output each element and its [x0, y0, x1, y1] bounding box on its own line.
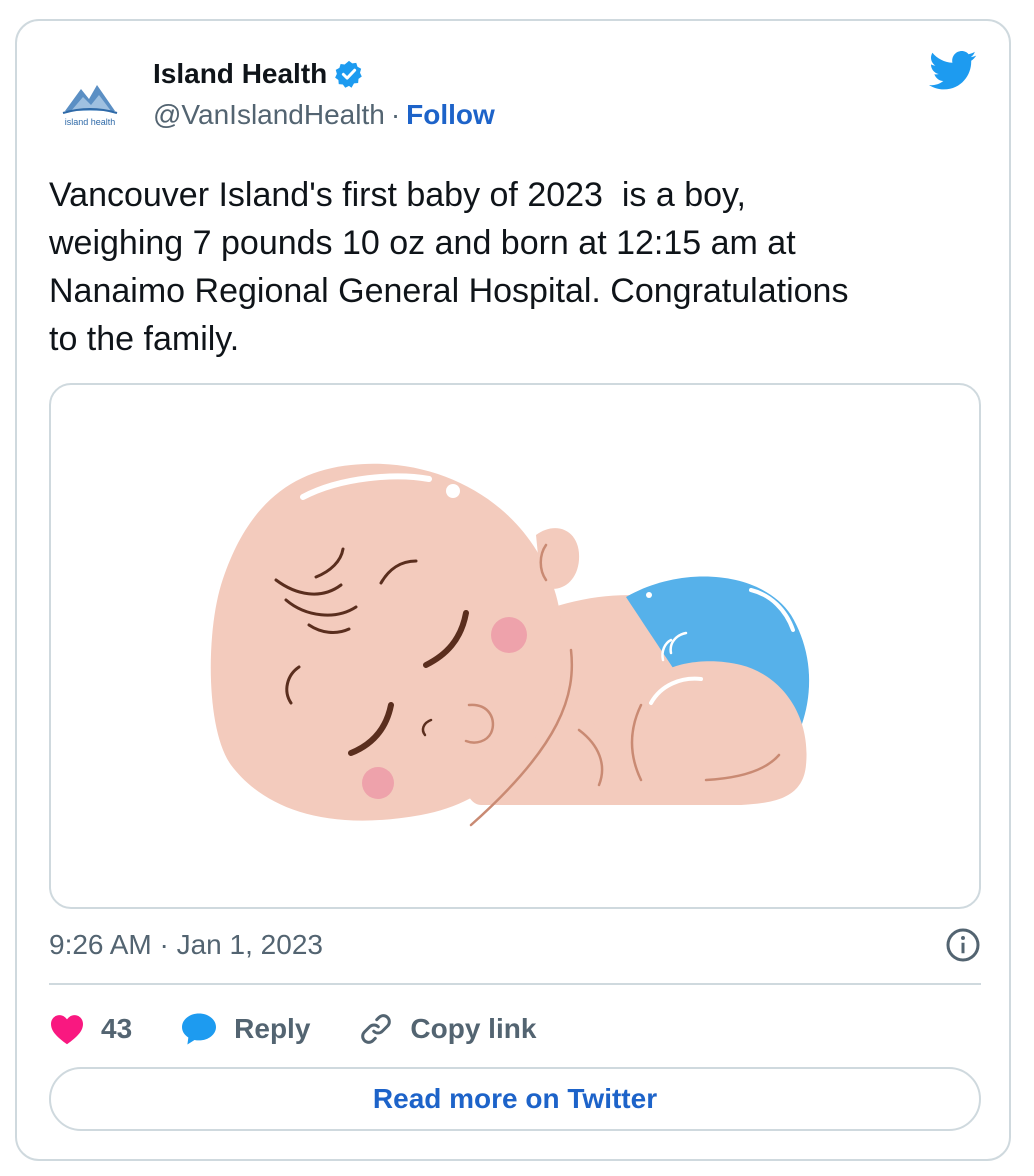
- tweet-actions: 43 Reply Copy link: [49, 1005, 584, 1053]
- author-handle[interactable]: @VanIslandHealth: [153, 99, 385, 131]
- reply-label: Reply: [234, 1013, 311, 1044]
- speech-bubble-icon: [182, 1013, 217, 1045]
- twitter-bird-icon[interactable]: [929, 51, 977, 91]
- tweet-card: island health Island Health @VanIslandHe…: [15, 19, 1011, 1161]
- author-name[interactable]: Island Health: [153, 58, 327, 90]
- like-count: 43: [101, 1013, 133, 1044]
- timestamp-row: 9:26 AM · Jan 1, 2023: [49, 925, 981, 965]
- divider: [49, 983, 981, 985]
- sleeping-baby-illustration: [210, 463, 810, 827]
- separator-dot: ·: [390, 99, 401, 130]
- like-button[interactable]: 43: [49, 1013, 132, 1045]
- tweet-media[interactable]: [49, 383, 981, 909]
- verified-badge-icon: [334, 59, 364, 89]
- logo-text: island health: [65, 117, 116, 127]
- author-name-row: Island Health: [153, 57, 364, 91]
- tweet-text: Vancouver Island's first baby of 2023 is…: [49, 176, 849, 358]
- reply-button[interactable]: Reply: [180, 1012, 310, 1046]
- island-health-logo: island health: [51, 59, 129, 137]
- avatar[interactable]: island health: [51, 59, 129, 137]
- link-icon: [361, 1014, 392, 1044]
- tweet-timestamp[interactable]: 9:26 AM · Jan 1, 2023: [49, 929, 323, 961]
- read-more-button[interactable]: Read more on Twitter: [49, 1067, 981, 1131]
- copy-link-label: Copy link: [410, 1013, 537, 1044]
- copy-link-button[interactable]: Copy link: [358, 1011, 536, 1047]
- heart-icon: [51, 1015, 83, 1045]
- info-icon[interactable]: [945, 927, 981, 963]
- author-handle-row: @VanIslandHealth · Follow: [153, 99, 495, 131]
- follow-button[interactable]: Follow: [406, 99, 495, 131]
